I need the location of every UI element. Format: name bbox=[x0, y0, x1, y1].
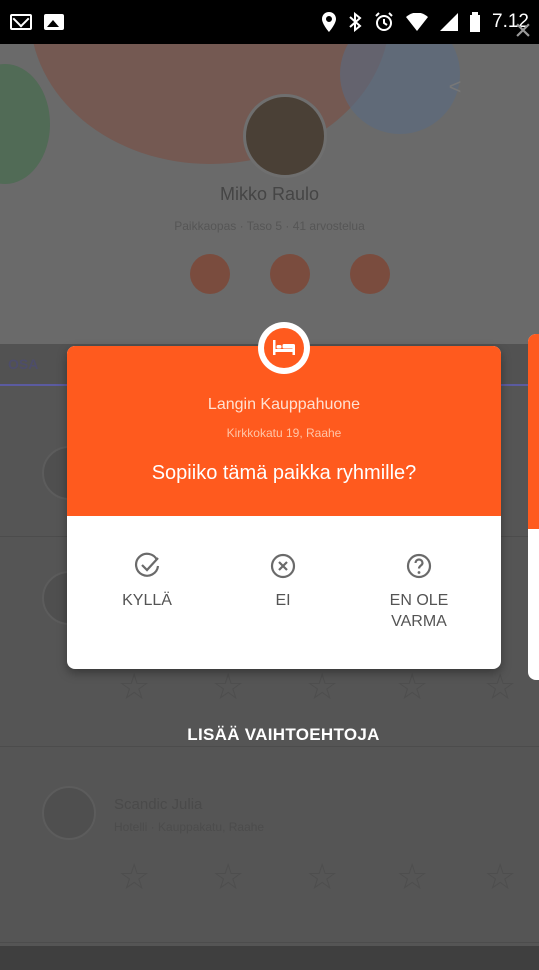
bottom-edge bbox=[0, 946, 539, 970]
next-card-header bbox=[528, 334, 539, 529]
profile-avatar bbox=[243, 94, 327, 178]
star-icon: ☆ bbox=[306, 856, 339, 897]
list-item-title: Scandic Julia bbox=[114, 796, 203, 813]
cancel-circle-icon bbox=[270, 553, 296, 579]
star-icon: ☆ bbox=[396, 856, 429, 897]
wifi-icon bbox=[406, 13, 429, 31]
profile-header: Mikko Raulo Paikkaopas · Taso 5 · 41 arv… bbox=[0, 44, 539, 344]
profile-subtitle: Paikkaopas · Taso 5 · 41 arvostelua bbox=[174, 219, 365, 233]
star-icon: ☆ bbox=[118, 856, 151, 897]
star-icon: ☆ bbox=[484, 856, 517, 897]
profile-name: Mikko Raulo bbox=[219, 184, 320, 204]
answer-yes-button[interactable]: KYLLÄ bbox=[87, 552, 207, 611]
place-name: Langin Kauppahuone bbox=[207, 396, 361, 413]
header-decoration bbox=[0, 64, 50, 184]
share-icon: < bbox=[448, 74, 462, 99]
image-icon bbox=[44, 14, 64, 30]
question-card: Langin Kauppahuone Kirkkokatu 19, Raahe … bbox=[67, 322, 501, 669]
badge-icon bbox=[270, 254, 310, 294]
divider bbox=[0, 746, 539, 747]
header-decoration bbox=[30, 44, 390, 164]
star-icon: ☆ bbox=[118, 666, 151, 707]
profile-badges bbox=[190, 254, 390, 294]
answer-no-button[interactable]: EI bbox=[223, 552, 343, 611]
list-item-subtitle: Hotelli · Kauppakatu, Raahe bbox=[114, 820, 265, 834]
question-text: Sopiiko tämä paikka ryhmille? bbox=[151, 462, 417, 484]
alarm-icon bbox=[375, 12, 393, 31]
tab-contributions: OSA bbox=[8, 356, 39, 372]
divider bbox=[0, 942, 539, 943]
next-question-card[interactable] bbox=[528, 334, 539, 680]
badge-icon bbox=[190, 254, 230, 294]
bed-icon bbox=[264, 328, 304, 368]
battery-icon bbox=[470, 12, 481, 32]
answer-unsure-button[interactable]: EN OLE VARMA bbox=[359, 552, 479, 632]
signal-icon bbox=[440, 13, 459, 31]
answer-options: KYLLÄ EI EN OLE VARMA bbox=[67, 516, 501, 669]
hotel-badge bbox=[258, 322, 310, 374]
star-icon: ☆ bbox=[306, 666, 339, 707]
star-icon: ☆ bbox=[212, 856, 245, 897]
answer-unsure-line1: EN OLE bbox=[389, 592, 449, 609]
answer-unsure-label: EN OLE VARMA bbox=[359, 590, 479, 632]
help-circle-icon bbox=[406, 553, 432, 579]
list-item-avatar bbox=[42, 786, 96, 840]
place-address: Kirkkokatu 19, Raahe bbox=[226, 426, 342, 440]
status-bar-right: 7.12 bbox=[322, 11, 529, 33]
bluetooth-icon bbox=[349, 12, 362, 32]
status-bar-left bbox=[10, 14, 64, 30]
star-icon: ☆ bbox=[396, 666, 429, 707]
question-card-header: Langin Kauppahuone Kirkkokatu 19, Raahe … bbox=[67, 322, 501, 516]
answer-yes-label: KYLLÄ bbox=[122, 592, 172, 609]
close-icon[interactable]: × bbox=[510, 16, 536, 46]
answer-unsure-line2: VARMA bbox=[391, 613, 447, 630]
status-bar: 7.12 bbox=[0, 0, 539, 44]
badge-icon bbox=[350, 254, 390, 294]
star-icon: ☆ bbox=[212, 666, 245, 707]
more-options-button[interactable]: LISÄÄ VAIHTOEHTOJA bbox=[0, 725, 539, 745]
mail-icon bbox=[10, 14, 32, 30]
location-icon bbox=[322, 12, 337, 32]
star-icon: ☆ bbox=[484, 666, 517, 707]
answer-no-label: EI bbox=[275, 592, 291, 609]
check-circle-icon bbox=[134, 552, 160, 577]
